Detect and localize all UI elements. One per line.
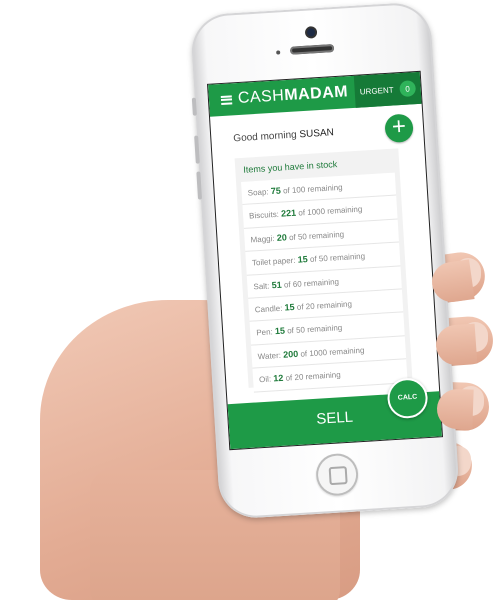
product-photo: CASHMADAM URGENT 0 Good morning SUSAN + … [0, 0, 499, 600]
item-name: Candle: [254, 303, 283, 315]
stock-list: Soap: 75 of 100 remaining Biscuits: 221 o… [241, 172, 408, 393]
item-remaining: of 50 remaining [288, 229, 345, 242]
item-name: Biscuits: [248, 210, 280, 221]
item-remaining: of 20 remaining [296, 299, 353, 312]
brand-bold-text: MADAM [283, 83, 349, 105]
item-remaining: of 50 remaining [286, 323, 343, 336]
item-remaining: of 60 remaining [283, 276, 340, 290]
item-count: 51 [271, 279, 282, 290]
item-count: 20 [276, 232, 288, 243]
user-name: SUSAN [299, 127, 335, 141]
urgent-count-badge: 0 [399, 80, 417, 98]
item-remaining: of 1000 remaining [300, 345, 365, 359]
proximity-sensor [276, 50, 281, 55]
item-count: 15 [284, 301, 295, 313]
mute-switch [191, 97, 197, 116]
item-name: Oil: [258, 374, 272, 385]
urgent-button[interactable]: URGENT 0 [353, 71, 422, 108]
sell-label: SELL [315, 408, 354, 428]
greeting-text: Good morning SUSAN [233, 127, 334, 144]
app-header: CASHMADAM URGENT 0 [208, 71, 422, 117]
volume-down-button [196, 171, 203, 200]
item-count: 15 [274, 325, 286, 337]
item-count: 75 [270, 185, 282, 197]
plus-icon: + [391, 112, 407, 141]
smartphone: CASHMADAM URGENT 0 Good morning SUSAN + … [189, 1, 461, 520]
stock-title: Items you have in stock [243, 159, 338, 175]
calc-label: CALC [397, 393, 418, 402]
item-name: Water: [257, 350, 282, 362]
item-remaining: of 20 remaining [285, 370, 341, 383]
front-camera-icon [306, 28, 316, 37]
item-name: Soap: [247, 187, 269, 198]
greeting-prefix: Good morning [233, 129, 297, 145]
item-count: 12 [273, 372, 284, 384]
volume-up-button [194, 135, 200, 164]
item-remaining: of 50 remaining [309, 251, 366, 265]
item-count: 15 [297, 254, 309, 265]
item-name: Maggi: [250, 233, 275, 245]
app-screen: CASHMADAM URGENT 0 Good morning SUSAN + … [208, 71, 442, 450]
brand-light-text: CASH [237, 87, 285, 107]
add-item-button[interactable]: + [384, 112, 414, 144]
urgent-label: URGENT [359, 85, 394, 97]
stock-card: Items you have in stock Soap: 75 of 100 … [234, 148, 413, 393]
item-remaining: of 1000 remaining [298, 205, 363, 218]
item-count: 200 [282, 348, 299, 360]
home-button[interactable] [314, 452, 360, 497]
item-name: Toilet paper: [251, 255, 296, 268]
item-name: Pen: [256, 327, 274, 338]
app-logo: CASHMADAM [237, 83, 348, 108]
item-name: Salt: [253, 281, 270, 291]
item-count: 221 [280, 208, 297, 219]
earpiece-speaker [289, 44, 335, 55]
hamburger-menu-icon[interactable] [220, 94, 233, 105]
item-remaining: of 100 remaining [282, 182, 343, 196]
